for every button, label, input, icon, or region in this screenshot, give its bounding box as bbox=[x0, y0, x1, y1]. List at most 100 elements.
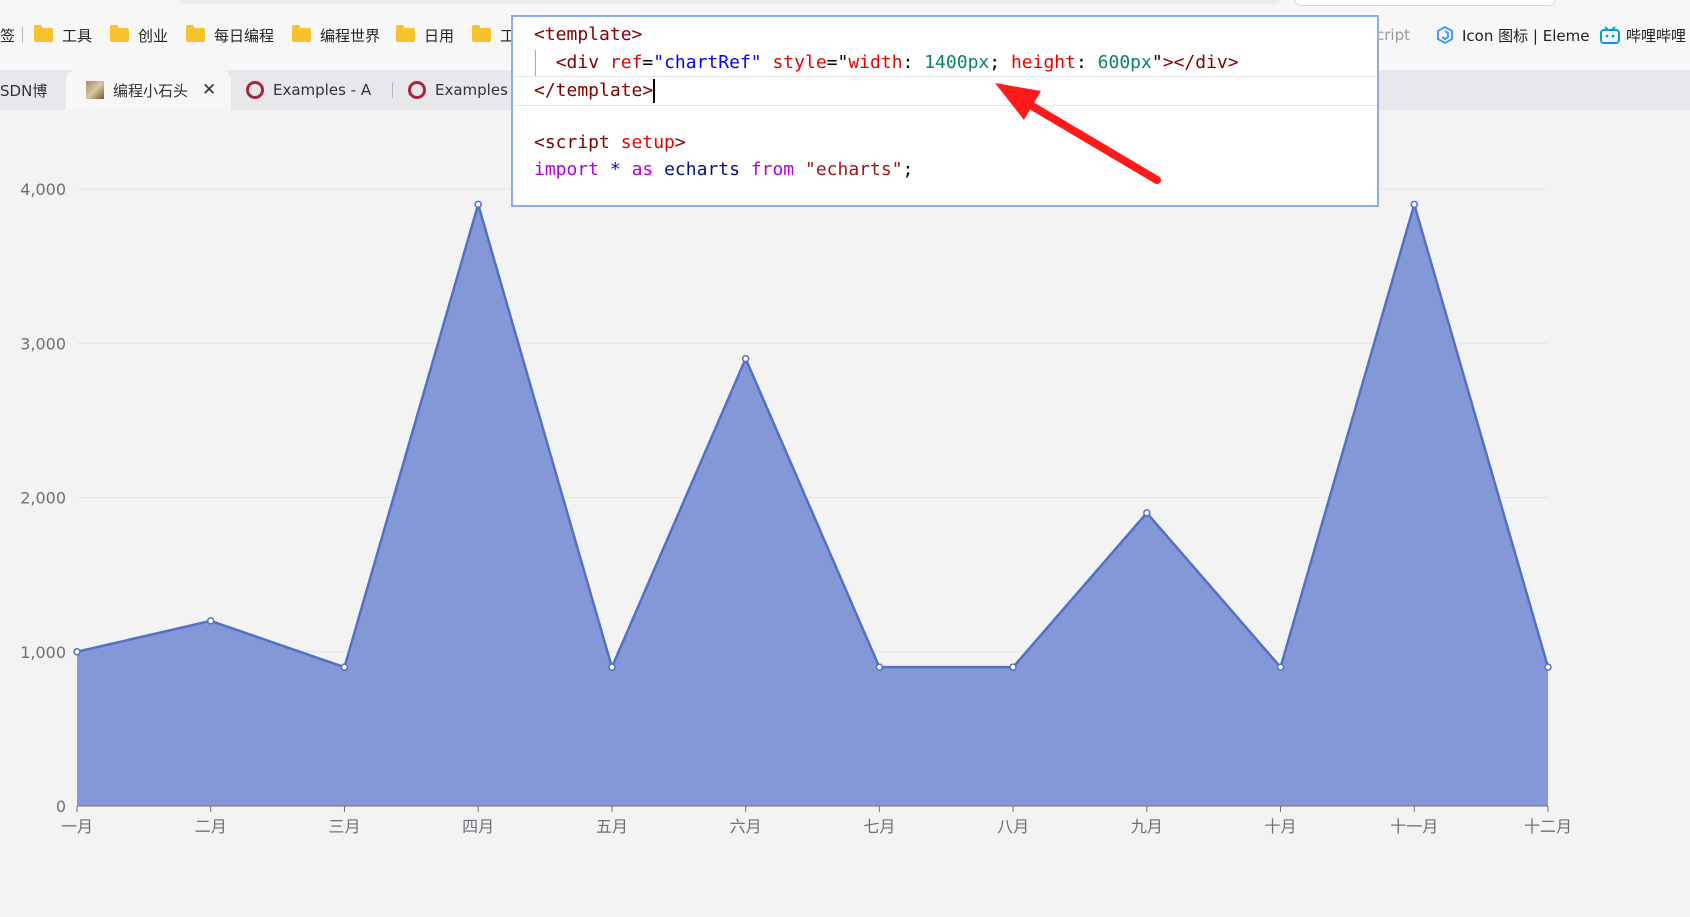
x-tick-label: 七月 bbox=[863, 817, 895, 836]
bookmark-folder-daily-coding[interactable]: 每日编程 bbox=[186, 24, 274, 46]
bookmark-folder-partial[interactable]: 工 bbox=[472, 24, 515, 46]
text-cursor bbox=[653, 79, 656, 103]
width-value: 1400px bbox=[924, 52, 990, 73]
from-keyword: from bbox=[750, 159, 795, 180]
folder-icon bbox=[292, 25, 311, 42]
bookmark-label: 签 bbox=[0, 26, 16, 45]
tab-label: Examples bbox=[435, 81, 508, 99]
y-tick-label: 2,000 bbox=[20, 489, 66, 508]
bookmark-label: Icon 图标 | Eleme bbox=[1462, 26, 1590, 45]
as-keyword: as bbox=[631, 159, 654, 180]
tab-divider bbox=[392, 82, 393, 98]
area-chart: 0 1,000 2,000 3,000 4,000 一月 二月 三月 四月 五月 六月 七月 八月 九月… bbox=[20, 180, 1572, 836]
data-point bbox=[1544, 663, 1552, 671]
bookmark-label: 日用 bbox=[424, 26, 455, 45]
tab-label: Examples - A bbox=[273, 81, 372, 99]
bookmark-label: cript bbox=[1376, 26, 1410, 44]
quote: " bbox=[837, 52, 849, 73]
toolbar-pill-edge bbox=[1294, 0, 1556, 6]
bookmark-item[interactable]: 签 bbox=[0, 24, 15, 46]
bookmark-folder-startup[interactable]: 创业 bbox=[110, 24, 168, 46]
folder-icon bbox=[472, 25, 491, 42]
bookmark-folder-tools[interactable]: 工具 bbox=[34, 24, 92, 46]
template-close-tag: </template> bbox=[534, 80, 654, 101]
element-logo-icon bbox=[1437, 26, 1453, 44]
tag-end: > bbox=[674, 132, 686, 153]
bookmark-label: 每日编程 bbox=[214, 26, 275, 45]
bookmark-folder-daily-use[interactable]: 日用 bbox=[396, 24, 454, 46]
y-tick-label: 3,000 bbox=[20, 334, 66, 353]
x-tick-label: 十月 bbox=[1265, 817, 1297, 836]
code-line-5: <script setup> bbox=[534, 130, 686, 156]
folder-icon bbox=[186, 25, 205, 42]
width-prop: width bbox=[848, 52, 903, 73]
code-line-3: </template> bbox=[534, 78, 656, 104]
tab-examples-1[interactable]: Examples - A bbox=[246, 70, 376, 110]
bookmark-label: 创业 bbox=[138, 26, 169, 45]
code-line-2: <div ref="chartRef" style="width: 1400px… bbox=[555, 52, 1239, 73]
close-icon[interactable]: ✕ bbox=[202, 80, 216, 100]
div-close-tag: ></div> bbox=[1162, 52, 1239, 73]
echarts-favicon-icon bbox=[246, 81, 264, 99]
code-line-6: import * as echarts from "echarts"; bbox=[534, 157, 913, 183]
data-point bbox=[206, 617, 215, 625]
code-line-1: <template> bbox=[534, 22, 642, 48]
folder-icon bbox=[34, 25, 53, 42]
height-prop: height bbox=[1010, 52, 1076, 73]
data-point bbox=[608, 663, 616, 671]
style-attr: style bbox=[772, 52, 827, 73]
bookmark-label: 哔哩哔哩 bbox=[1626, 26, 1687, 45]
ref-attr: ref bbox=[609, 52, 643, 73]
x-tick-label: 五月 bbox=[596, 817, 628, 836]
y-tick-label: 4,000 bbox=[20, 180, 66, 199]
module-string: "echarts" bbox=[805, 159, 903, 180]
x-tick-label: 四月 bbox=[462, 817, 494, 836]
tab-active[interactable]: 编程小石头 ✕ bbox=[66, 70, 231, 110]
tab-label: 编程小石头 bbox=[113, 81, 189, 100]
data-point bbox=[875, 663, 884, 671]
script-tag: <script bbox=[534, 132, 610, 153]
bookmark-icon-element[interactable]: Icon 图标 | Eleme bbox=[1436, 24, 1589, 46]
bookmark-bilibili[interactable]: 哔哩哔哩 bbox=[1600, 24, 1686, 46]
bookmark-label: 编程世界 bbox=[320, 26, 381, 45]
height-value: 600px bbox=[1097, 52, 1152, 73]
x-tick-label: 二月 bbox=[195, 817, 227, 836]
data-point bbox=[1410, 200, 1419, 209]
quote: " bbox=[1151, 52, 1163, 73]
x-tick-label: 八月 bbox=[997, 817, 1029, 836]
address-bar-edge bbox=[180, 0, 1280, 4]
tab-label: SDN博 bbox=[0, 81, 48, 100]
star-token: * bbox=[609, 159, 621, 180]
bookmark-label: 工具 bbox=[62, 26, 93, 45]
template-open-tag: <template> bbox=[534, 24, 643, 45]
x-axis: 一月 二月 三月 四月 五月 六月 七月 八月 九月 十月 十一月 十二月 bbox=[61, 805, 1572, 836]
data-point bbox=[340, 663, 349, 671]
x-tick-label: 一月 bbox=[61, 817, 93, 836]
data-point bbox=[1276, 663, 1285, 671]
bookmark-folder-coding-world[interactable]: 编程世界 bbox=[292, 24, 380, 46]
x-tick-label: 三月 bbox=[328, 817, 360, 836]
tab-csdn[interactable]: SDN博 bbox=[0, 70, 58, 110]
bookmark-item-script[interactable]: cript bbox=[1376, 24, 1410, 46]
data-point bbox=[1143, 509, 1151, 517]
bilibili-icon bbox=[1600, 26, 1620, 44]
data-point bbox=[1009, 663, 1017, 671]
setup-attr: setup bbox=[620, 132, 675, 153]
y-tick-label: 1,000 bbox=[20, 643, 66, 662]
x-tick-label: 九月 bbox=[1131, 817, 1163, 836]
echarts-favicon-icon bbox=[408, 81, 426, 99]
echarts-identifier: echarts bbox=[664, 159, 740, 180]
div-tag: <div bbox=[555, 52, 600, 73]
semicolon: ; bbox=[902, 159, 914, 180]
folder-icon bbox=[396, 25, 415, 42]
area-series bbox=[73, 200, 1552, 807]
tab-examples-2[interactable]: Examples bbox=[408, 70, 508, 110]
x-tick-label: 十二月 bbox=[1524, 817, 1572, 836]
x-tick-label: 六月 bbox=[730, 817, 762, 836]
data-point bbox=[741, 354, 750, 363]
y-tick-label: 0 bbox=[56, 797, 66, 816]
data-point bbox=[73, 648, 81, 656]
y-axis: 0 1,000 2,000 3,000 4,000 bbox=[20, 180, 66, 816]
ref-value: "chartRef" bbox=[653, 52, 762, 73]
code-editor-popup[interactable]: <template> <div ref="chartRef" style="wi… bbox=[511, 15, 1379, 207]
